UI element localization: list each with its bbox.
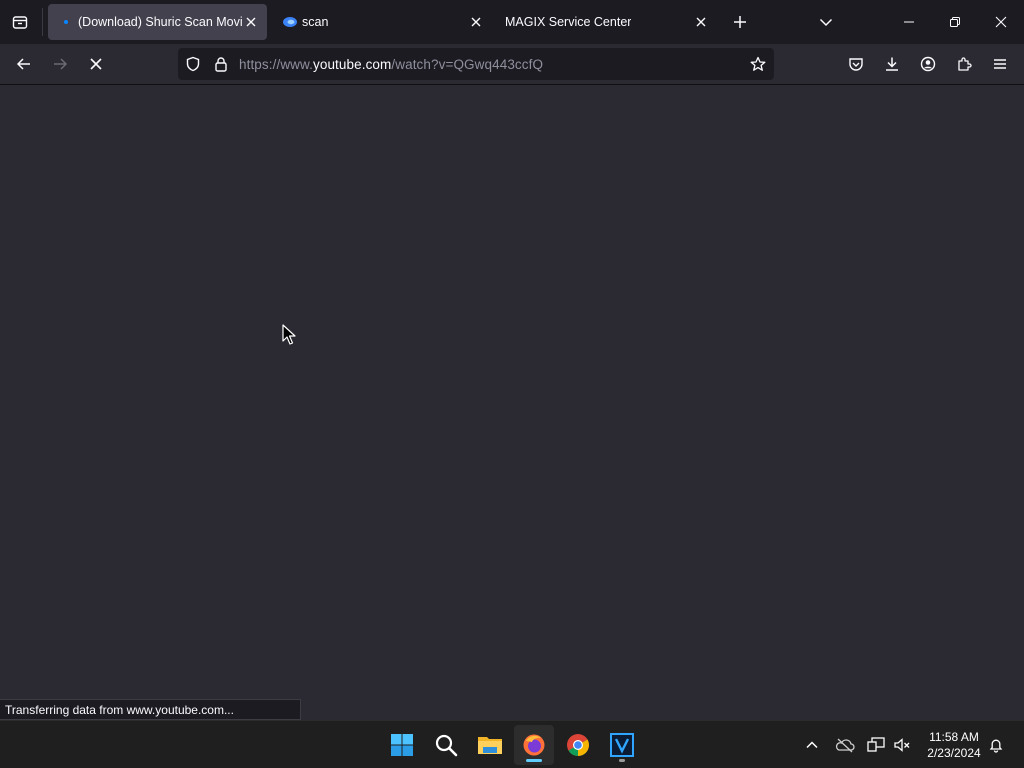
minimize-button[interactable] (894, 8, 924, 36)
tab-separator (42, 8, 43, 36)
clock-time: 11:58 AM (929, 730, 979, 744)
navigation-toolbar: https://www.youtube.com/watch?v=QGwq443c… (0, 44, 1024, 85)
tab-magix-service-center[interactable]: MAGIX Service Center (497, 4, 719, 40)
bookmark-star-icon[interactable] (750, 56, 766, 72)
downloads-button[interactable] (878, 50, 906, 78)
vegas-icon (610, 733, 634, 757)
tab-title: scan (302, 15, 329, 29)
restore-icon (950, 17, 960, 27)
vegas-taskbar-button[interactable] (602, 725, 642, 765)
cloud-offline-icon (835, 738, 855, 753)
firefox-icon (523, 734, 545, 756)
status-panel: Transferring data from www.youtube.com..… (0, 699, 301, 720)
clock-date: 2/23/2024 (927, 746, 981, 760)
download-icon (886, 57, 898, 71)
volume-tray-icon[interactable] (890, 733, 914, 757)
onedrive-tray-icon[interactable] (833, 733, 857, 757)
start-button[interactable] (382, 725, 422, 765)
app-menu-button[interactable] (986, 50, 1014, 78)
extensions-button[interactable] (950, 50, 978, 78)
stop-icon (90, 58, 102, 70)
speaker-muted-icon (894, 738, 910, 752)
tab-bar: (Download) Shuric Scan Movie scan MAGIX … (0, 0, 1024, 44)
minimize-icon (904, 21, 914, 23)
close-window-button[interactable] (986, 8, 1016, 36)
chrome-icon (567, 734, 589, 756)
restore-button[interactable] (940, 8, 970, 36)
tab-title: (Download) Shuric Scan Movie (78, 15, 242, 29)
url-text[interactable]: https://www.youtube.com/watch?v=QGwq443c… (239, 57, 543, 72)
firefox-taskbar-button[interactable] (514, 725, 554, 765)
firefox-view-icon (12, 16, 28, 29)
close-icon (995, 16, 1007, 28)
mouse-pointer-icon (282, 324, 296, 345)
hamburger-menu-icon (994, 59, 1006, 69)
puzzle-piece-icon (958, 57, 972, 71)
tracking-protection-shield-icon[interactable] (185, 56, 201, 72)
url-bar[interactable]: https://www.youtube.com/watch?v=QGwq443c… (178, 48, 774, 80)
close-icon[interactable] (468, 14, 484, 30)
windows-start-icon (391, 734, 413, 756)
back-button[interactable] (10, 50, 38, 78)
page-content-area[interactable] (0, 86, 1024, 720)
chevron-down-icon (819, 18, 833, 27)
network-icon (867, 737, 885, 752)
forward-button[interactable] (46, 50, 74, 78)
chevron-up-icon (806, 741, 818, 749)
running-app-indicator (619, 759, 625, 762)
plus-icon (734, 16, 746, 28)
back-arrow-icon (16, 58, 30, 70)
account-button[interactable] (914, 50, 942, 78)
network-tray-icon[interactable] (864, 733, 888, 757)
new-tab-button[interactable] (728, 10, 752, 34)
loading-dot-icon (58, 14, 74, 30)
windows-taskbar: 11:58 AM 2/23/2024 (0, 720, 1024, 768)
active-app-indicator (526, 759, 542, 762)
taskbar-search-button[interactable] (426, 725, 466, 765)
stop-loading-button[interactable] (82, 50, 110, 78)
account-icon (920, 56, 936, 72)
tab-title: MAGIX Service Center (505, 15, 632, 29)
lock-icon[interactable] (213, 56, 229, 72)
tab-download-shuric[interactable]: (Download) Shuric Scan Movie (48, 4, 267, 40)
firefox-view-button[interactable] (6, 8, 34, 36)
tab-scan[interactable]: scan (272, 4, 492, 40)
chrome-taskbar-button[interactable] (558, 725, 598, 765)
show-hidden-icons-button[interactable] (800, 733, 824, 757)
pocket-button[interactable] (842, 50, 870, 78)
list-all-tabs-button[interactable] (814, 10, 838, 34)
search-icon (435, 734, 458, 757)
notifications-button[interactable] (984, 733, 1008, 757)
pocket-icon (849, 58, 863, 71)
file-explorer-icon (478, 737, 502, 754)
close-icon[interactable] (243, 14, 259, 30)
bell-icon (989, 739, 1003, 753)
edge-style-blue-icon (282, 14, 298, 30)
forward-arrow-icon (54, 58, 68, 70)
close-icon[interactable] (693, 14, 709, 30)
taskbar-clock[interactable]: 11:58 AM 2/23/2024 (918, 729, 990, 761)
file-explorer-button[interactable] (470, 725, 510, 765)
